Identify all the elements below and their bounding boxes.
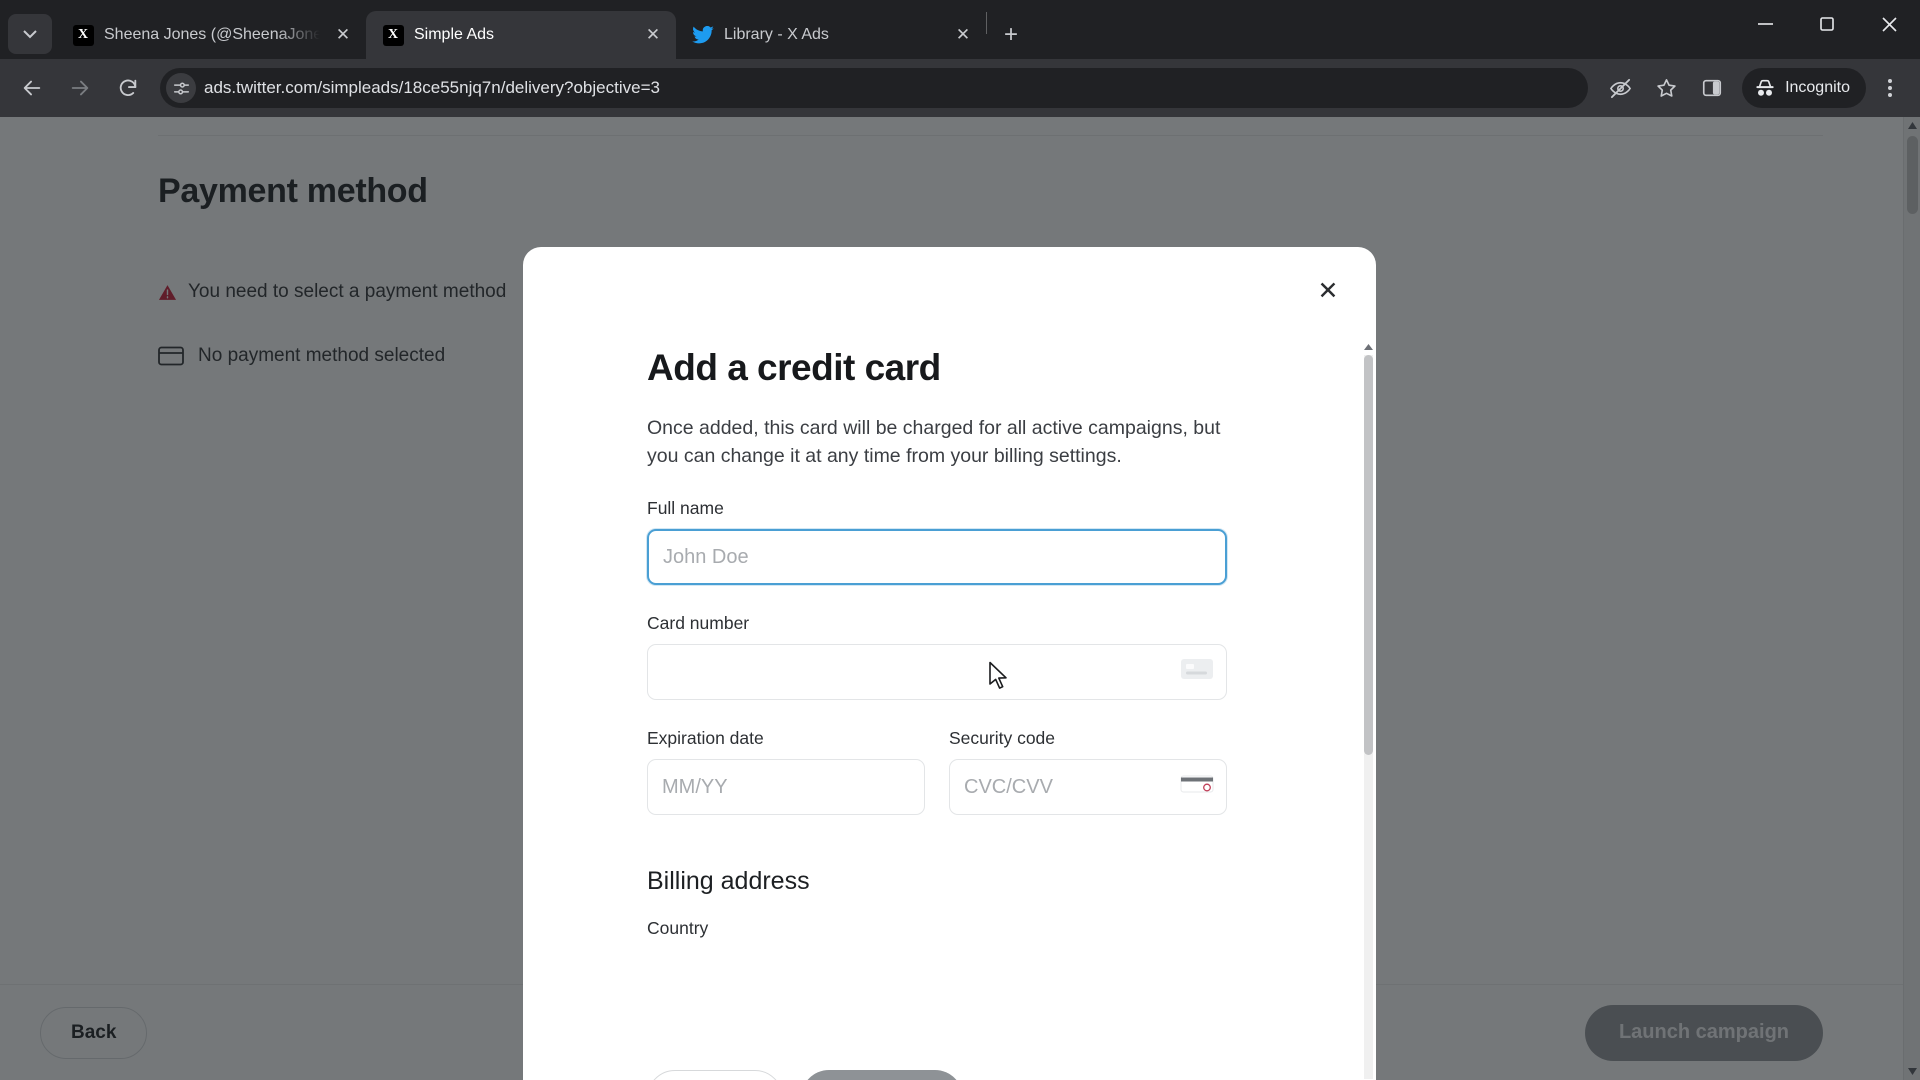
full-name-label: Full name	[647, 498, 724, 519]
tab-search-button[interactable]	[8, 14, 52, 54]
tab-close-button[interactable]: ✕	[330, 22, 356, 48]
expiration-input[interactable]: MM/YY	[647, 759, 925, 816]
third-party-cookies-button[interactable]	[1598, 66, 1642, 110]
tab-close-button[interactable]: ✕	[950, 22, 976, 48]
browser-tab-1[interactable]: X Sheena Jones (@SheenaJone49 ✕	[56, 11, 366, 59]
x-logo-icon: X	[382, 24, 404, 46]
side-panel-button[interactable]	[1690, 66, 1734, 110]
minimize-icon	[1757, 23, 1773, 25]
forward-button[interactable]	[58, 66, 102, 110]
full-name-placeholder: John Doe	[663, 545, 749, 568]
browser-menu-button[interactable]	[1870, 68, 1910, 108]
back-arrow-icon	[23, 80, 41, 96]
page-viewport: Payment method You need to select a paym…	[0, 117, 1920, 1080]
close-window-button[interactable]	[1858, 0, 1920, 48]
full-name-field-group: Full name John Doe	[647, 498, 1359, 586]
save-card-button[interactable]: Save card	[800, 1070, 964, 1080]
expiration-field-group: Expiration date MM/YY	[647, 728, 925, 816]
modal-title: Add a credit card	[647, 347, 941, 388]
star-icon	[1656, 78, 1676, 97]
security-code-field-group: Security code CVC/CVV	[949, 728, 1227, 816]
twitter-bird-icon	[692, 24, 714, 46]
browser-tab-2[interactable]: X Simple Ads ✕	[366, 11, 676, 59]
toolbar-right-actions: Incognito	[1598, 66, 1910, 110]
browser-tab-3[interactable]: Library - X Ads ✕	[676, 11, 986, 59]
modal-footer: Cancel Save card	[523, 1048, 1359, 1080]
tab-close-button[interactable]: ✕	[640, 22, 666, 48]
modal-scroll-up-button[interactable]	[1361, 339, 1376, 355]
country-label: Country	[647, 918, 709, 939]
expiry-cvc-row: Expiration date MM/YY Security code CVC/…	[647, 728, 1359, 816]
forward-arrow-icon	[71, 80, 89, 96]
cvc-card-icon[interactable]	[1180, 773, 1214, 801]
modal-body: Add a credit card Once added, this card …	[523, 247, 1359, 1048]
maximize-icon	[1820, 17, 1834, 31]
incognito-hat-icon	[1756, 79, 1774, 96]
address-bar[interactable]: ads.twitter.com/simpleads/18ce55njq7n/de…	[160, 68, 1589, 108]
bookmark-button[interactable]	[1644, 66, 1688, 110]
tab-title: Simple Ads	[414, 26, 495, 43]
expiration-label: Expiration date	[647, 728, 764, 749]
page-info-icon[interactable]	[166, 73, 196, 103]
chevron-up-icon	[1364, 344, 1373, 350]
security-code-placeholder: CVC/CVV	[964, 775, 1053, 798]
tab-title: Library - X Ads	[724, 26, 829, 43]
card-scan-icon[interactable]	[1180, 657, 1214, 687]
reload-button[interactable]	[106, 66, 150, 110]
back-button[interactable]	[10, 66, 54, 110]
incognito-indicator[interactable]: Incognito	[1742, 68, 1866, 108]
modal-scrollbar-track[interactable]	[1364, 355, 1373, 1079]
card-number-input[interactable]	[647, 644, 1227, 701]
side-panel-icon	[1702, 79, 1722, 97]
modal-scrollbar-thumb[interactable]	[1364, 355, 1373, 755]
new-tab-button[interactable]: +	[993, 17, 1029, 53]
security-code-label: Security code	[949, 728, 1056, 749]
reload-icon	[119, 79, 137, 96]
add-credit-card-modal: ✕ Add a credit card Once added, this car…	[523, 247, 1376, 1080]
modal-scrollbar[interactable]	[1361, 339, 1376, 1080]
eye-crossed-icon	[1609, 78, 1631, 98]
window-controls	[1734, 0, 1920, 48]
minimize-button[interactable]	[1734, 0, 1796, 48]
security-code-input[interactable]: CVC/CVV	[949, 759, 1227, 816]
billing-address-heading: Billing address	[647, 867, 810, 896]
card-number-label: Card number	[647, 613, 750, 634]
tab-separator	[986, 12, 987, 34]
cancel-button[interactable]: Cancel	[647, 1070, 783, 1080]
expiration-placeholder: MM/YY	[662, 775, 728, 798]
card-number-field-group: Card number	[647, 613, 1359, 701]
browser-window: X Sheena Jones (@SheenaJone49 ✕ X Simple…	[0, 0, 1920, 1080]
full-name-input[interactable]: John Doe	[647, 529, 1227, 586]
kebab-dot	[1888, 79, 1892, 83]
chevron-down-icon	[23, 29, 37, 38]
modal-subtitle: Once added, this card will be charged fo…	[647, 417, 1221, 467]
x-logo-icon: X	[72, 24, 94, 46]
kebab-dot	[1888, 86, 1892, 90]
kebab-dot	[1888, 93, 1892, 97]
tab-title: Sheena Jones (@SheenaJone49	[104, 26, 320, 43]
close-icon	[1881, 16, 1897, 32]
tab-strip: X Sheena Jones (@SheenaJone49 ✕ X Simple…	[0, 0, 1920, 59]
browser-toolbar: ads.twitter.com/simpleads/18ce55njq7n/de…	[0, 59, 1920, 117]
incognito-label: Incognito	[1785, 79, 1850, 96]
maximize-button[interactable]	[1796, 0, 1858, 48]
url-text: ads.twitter.com/simpleads/18ce55njq7n/de…	[204, 78, 660, 97]
